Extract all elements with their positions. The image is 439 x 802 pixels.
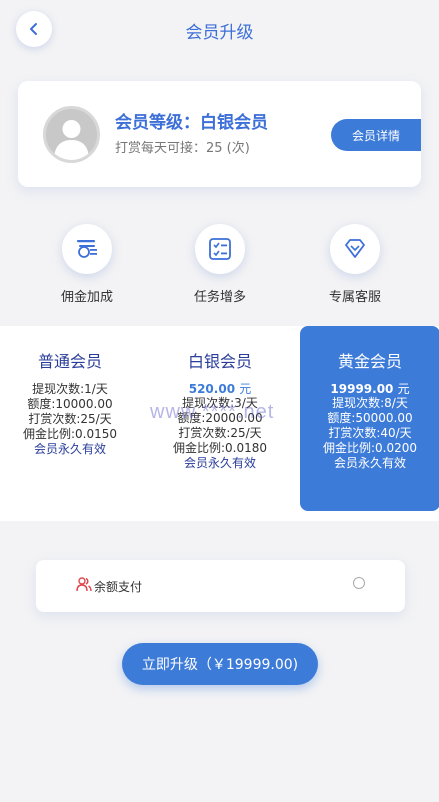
user-silhouette-icon: [54, 120, 89, 160]
member-card: 会员等级：白银会员 打赏每天可接：25 (次) 会员详情: [18, 81, 421, 187]
feature-commission: 佣金加成: [27, 220, 147, 305]
tier-validity: 会员永久有效: [333, 456, 406, 470]
tier-commission: 佣金比例:0.0200: [322, 441, 418, 455]
tier-reward: 打赏次数:40/天: [328, 426, 412, 440]
tier-validity: 会员永久有效: [183, 456, 256, 470]
tier-price: 19999.00 元: [330, 382, 410, 396]
feature-label: 专属客服: [328, 290, 381, 305]
feature-label: 佣金加成: [60, 290, 113, 305]
member-detail-button[interactable]: 会员详情: [331, 119, 421, 151]
coin-stack-icon: [77, 240, 97, 258]
tier-reward: 打赏次数:25/天: [28, 412, 112, 426]
tier-list: 普通会员 提现次数:1/天 额度:10000.00 打赏次数:25/天 佣金比例…: [0, 326, 439, 521]
tier-basic[interactable]: 普通会员 提现次数:1/天 额度:10000.00 打赏次数:25/天 佣金比例…: [0, 326, 140, 511]
tier-silver[interactable]: 白银会员 520.00 元 提现次数:3/天 额度:20000.00 打赏次数:…: [150, 326, 290, 511]
tier-quota: 额度:50000.00: [327, 411, 413, 425]
tier-withdraw: 提现次数:3/天: [182, 396, 258, 410]
payment-option[interactable]: 余额支付: [36, 560, 405, 612]
tier-reward: 打赏次数:25/天: [178, 426, 262, 440]
tier-quota: 额度:10000.00: [27, 397, 113, 411]
tier-withdraw: 提现次数:8/天: [332, 396, 408, 410]
feature-label: 任务增多: [193, 290, 246, 305]
feature-tasks: 任务增多: [160, 220, 280, 305]
page-title: 会员升级: [185, 23, 254, 43]
member-level: 会员等级：白银会员: [115, 113, 268, 133]
task-list-icon: [209, 238, 231, 260]
tier-price: 520.00 元: [188, 382, 252, 396]
feature-support: 专属客服: [295, 220, 415, 305]
payment-radio[interactable]: [353, 577, 365, 589]
tier-name: 白银会员: [187, 352, 252, 371]
tier-commission: 佣金比例:0.0150: [22, 427, 118, 441]
tier-commission: 佣金比例:0.0180: [172, 441, 268, 455]
users-icon: [76, 577, 92, 592]
diamond-icon: [345, 239, 365, 258]
header: 会员升级: [0, 0, 439, 60]
tier-name: 黄金会员: [337, 352, 402, 371]
tier-gold[interactable]: 黄金会员 19999.00 元 提现次数:8/天 额度:50000.00 打赏次…: [300, 326, 439, 511]
avatar: [43, 106, 100, 163]
upgrade-button[interactable]: 立即升级（￥19999.00): [122, 643, 318, 685]
tier-quota: 额度:20000.00: [177, 411, 263, 425]
tier-validity: 会员永久有效: [33, 442, 106, 456]
daily-reward-quota: 打赏每天可接：25 (次): [115, 141, 250, 156]
tier-withdraw: 提现次数:1/天: [32, 382, 108, 396]
feature-row: 佣金加成 任务增多 专属客服: [0, 220, 439, 310]
tier-name: 普通会员: [37, 352, 102, 371]
payment-label: 余额支付: [94, 580, 143, 594]
